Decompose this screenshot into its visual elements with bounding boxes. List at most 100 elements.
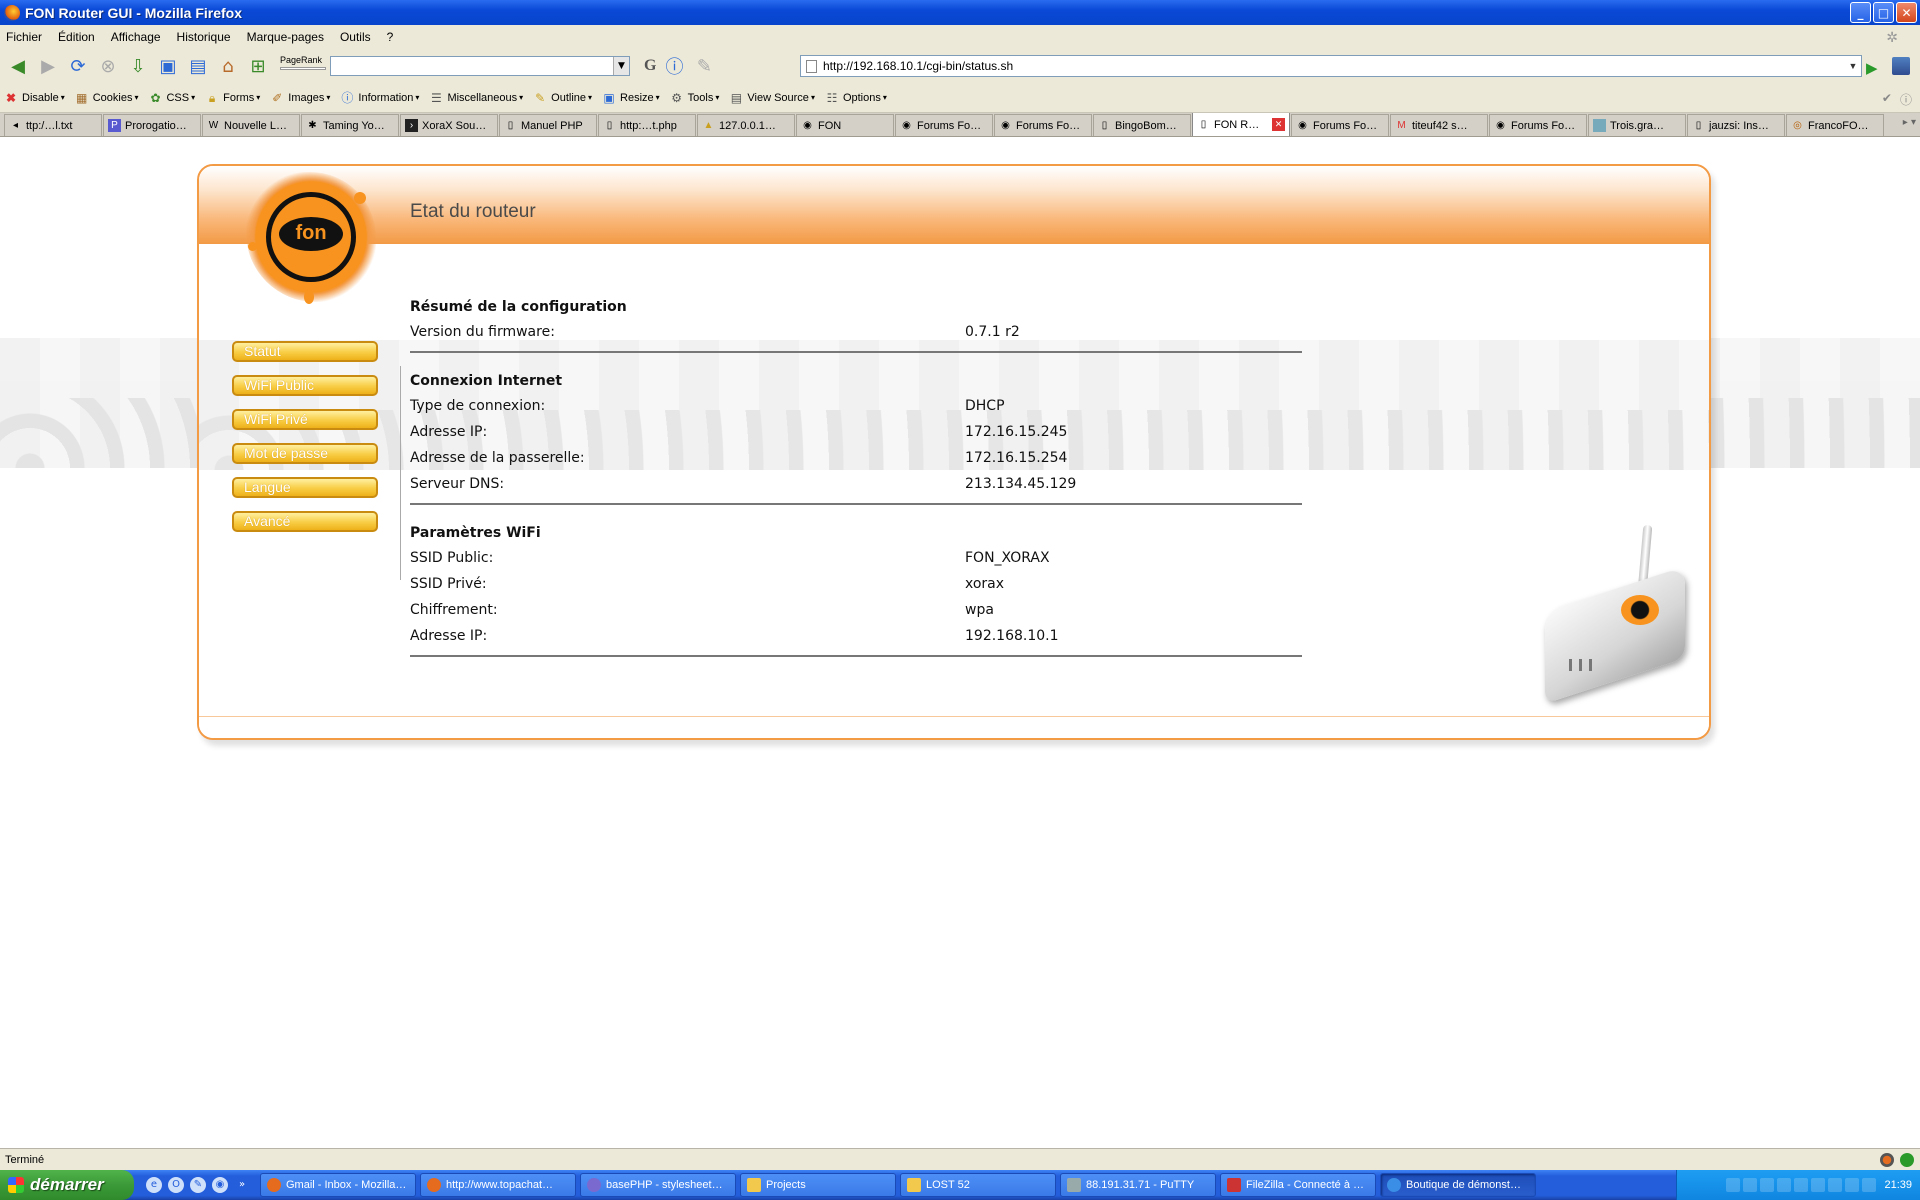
webdev-miscellaneous[interactable]: ☰ Miscellaneous ▾: [429, 91, 523, 105]
bookmarks-icon[interactable]: ▤: [186, 54, 210, 78]
tab[interactable]: Mtiteuf42 s…: [1390, 114, 1488, 136]
menu-outils[interactable]: Outils: [340, 30, 371, 44]
taskbar-button-gmail[interactable]: Gmail - Inbox - Mozilla…: [260, 1173, 416, 1197]
tab[interactable]: › XoraX Sou…: [400, 114, 498, 136]
extension-icon[interactable]: [1892, 57, 1910, 75]
close-window-button[interactable]: ✕: [1896, 2, 1917, 23]
webdev-view-source[interactable]: ▤ View Source ▾: [729, 91, 815, 105]
webdev-images[interactable]: ✐ Images ▾: [270, 91, 330, 105]
nav-mot-de-passe[interactable]: Mot de passe: [232, 443, 378, 464]
taskbar-button-topachat[interactable]: http://www.topachat…: [420, 1173, 576, 1197]
nav-langue[interactable]: Langue: [232, 477, 378, 498]
info-icon[interactable]: ⓘ: [662, 54, 686, 78]
tab[interactable]: ✱ Taming Yo…: [301, 114, 399, 136]
tab[interactable]: ◎ FrancoFO…: [1786, 114, 1884, 136]
filezilla-tray-icon[interactable]: [1743, 1178, 1758, 1192]
opera-icon[interactable]: O: [168, 1177, 184, 1193]
antivirus-icon[interactable]: [1794, 1178, 1809, 1192]
tab[interactable]: ◉ Forums Fo…: [895, 114, 993, 136]
navigation-toolbar: ◀ ▶ ⟳ ⊗ ⇩ ▣ ▤ ⌂ ⊞ PageRank ▼ G ⓘ ✎ http:…: [0, 49, 1920, 83]
webdev-resize[interactable]: ▣ Resize ▾: [602, 91, 659, 105]
usb-icon[interactable]: [1862, 1178, 1877, 1192]
tab[interactable]: ▯ jauzsi: Ins…: [1687, 114, 1785, 136]
security-icon[interactable]: [1845, 1178, 1860, 1192]
volume-icon[interactable]: [1828, 1178, 1843, 1192]
menu-help[interactable]: ?: [387, 30, 394, 44]
back-arrow-icon[interactable]: ◀: [6, 54, 30, 78]
ie-icon[interactable]: e: [146, 1177, 162, 1193]
menu-marque-pages[interactable]: Marque-pages: [247, 30, 324, 44]
maximize-button[interactable]: □: [1873, 2, 1894, 23]
taskbar-button-lost[interactable]: LOST 52: [900, 1173, 1056, 1197]
tab[interactable]: ◉ Forums Fo…: [1291, 114, 1389, 136]
status-bar: Terminé: [0, 1148, 1920, 1170]
nav-statut[interactable]: Statut: [232, 341, 378, 362]
taskbar-button-filezilla[interactable]: FileZilla - Connecté à …: [1220, 1173, 1376, 1197]
tab[interactable]: W Nouvelle L…: [202, 114, 300, 136]
chevron-right-icon[interactable]: »: [234, 1177, 250, 1193]
webdev-cookies[interactable]: ▦ Cookies ▾: [75, 91, 138, 105]
url-text[interactable]: http://192.168.10.1/cgi-bin/status.sh: [823, 59, 1013, 73]
menu-affichage[interactable]: Affichage: [111, 30, 161, 44]
firefox-icon[interactable]: ◉: [212, 1177, 228, 1193]
chevron-down-icon[interactable]: ▼: [1845, 56, 1861, 76]
network-icon[interactable]: [1777, 1178, 1792, 1192]
taskbar-button-boutique[interactable]: Boutique de démonst…: [1380, 1173, 1536, 1197]
home-icon[interactable]: ⌂: [216, 54, 240, 78]
pen-icon[interactable]: ✎: [692, 54, 716, 78]
tab[interactable]: ◉ Forums Fo…: [1489, 114, 1587, 136]
google-search-icon[interactable]: G: [644, 57, 656, 75]
tab[interactable]: ▯ BingoBom…: [1093, 114, 1191, 136]
tab[interactable]: ▲ 127.0.0.1…: [697, 114, 795, 136]
tab[interactable]: ▯ Manuel PHP: [499, 114, 597, 136]
reload-icon[interactable]: ⟳: [66, 54, 90, 78]
webdev-options[interactable]: ☷ Options ▾: [825, 91, 887, 105]
tab-active[interactable]: ▯ FON R… ✕: [1192, 113, 1290, 136]
tray-arrow-icon[interactable]: [1726, 1178, 1741, 1192]
screen-icon[interactable]: ▣: [156, 54, 180, 78]
toolbar-search-input[interactable]: ▼: [330, 56, 630, 76]
filezilla-tray-icon[interactable]: [1760, 1178, 1775, 1192]
forward-arrow-icon[interactable]: ▶: [36, 54, 60, 78]
go-arrow-icon[interactable]: ▶: [1866, 59, 1882, 77]
webdev-forms[interactable]: 🔒︎ Forms ▾: [205, 91, 260, 105]
check-icon[interactable]: [1900, 1153, 1914, 1167]
tab-scroll-arrows-icon[interactable]: ▸ ▾: [1903, 117, 1916, 128]
menu-historique[interactable]: Historique: [177, 30, 231, 44]
status-text: Terminé: [5, 1153, 45, 1166]
tab[interactable]: ◂ ttp:/…l.txt: [4, 114, 102, 136]
download-icon[interactable]: ⇩: [126, 54, 150, 78]
wikipedia-icon: W: [208, 120, 219, 131]
tab[interactable]: ◉ Forums Fo…: [994, 114, 1092, 136]
tool-icon[interactable]: ✎: [190, 1177, 206, 1193]
webdev-css[interactable]: ✿ CSS ▾: [148, 91, 195, 105]
check-icon[interactable]: ✔: [1882, 91, 1892, 108]
taskbar-button-putty[interactable]: 88.191.31.71 - PuTTY: [1060, 1173, 1216, 1197]
firebug-icon[interactable]: [1880, 1153, 1894, 1167]
minimize-button[interactable]: _: [1850, 2, 1871, 23]
start-button[interactable]: démarrer: [0, 1170, 134, 1200]
tab[interactable]: ◉ FON: [796, 114, 894, 136]
nav-wifi-public[interactable]: WiFi Public: [232, 375, 378, 396]
messenger-icon[interactable]: [1811, 1178, 1826, 1192]
tab[interactable]: P Prorogatio…: [103, 114, 201, 136]
taskbar-button-basephp[interactable]: basePHP - stylesheet…: [580, 1173, 736, 1197]
webdev-information[interactable]: ⓘ Information ▾: [340, 91, 419, 105]
tab[interactable]: ▯ http:…t.php: [598, 114, 696, 136]
stop-icon[interactable]: ⊗: [96, 54, 120, 78]
nav-avance[interactable]: Avancé: [232, 511, 378, 532]
webdev-tools[interactable]: ⚙ Tools ▾: [670, 91, 719, 105]
menu-edition[interactable]: Édition: [58, 30, 95, 44]
webdev-outline[interactable]: ✎ Outline ▾: [533, 91, 592, 105]
chevron-down-icon[interactable]: ▼: [613, 57, 629, 75]
new-tab-icon[interactable]: ⊞: [246, 54, 270, 78]
taskbar-button-projects[interactable]: Projects: [740, 1173, 896, 1197]
info-icon[interactable]: ⓘ: [1900, 91, 1912, 108]
tab[interactable]: Trois.gra…: [1588, 114, 1686, 136]
menu-bar: Fichier Édition Affichage Historique Mar…: [0, 25, 1920, 49]
close-tab-icon[interactable]: ✕: [1272, 118, 1285, 131]
webdev-disable[interactable]: ✖ Disable ▾: [4, 91, 65, 105]
menu-fichier[interactable]: Fichier: [6, 30, 42, 44]
nav-wifi-prive[interactable]: WiFi Privé: [232, 409, 378, 430]
url-bar[interactable]: http://192.168.10.1/cgi-bin/status.sh ▼: [800, 55, 1862, 77]
